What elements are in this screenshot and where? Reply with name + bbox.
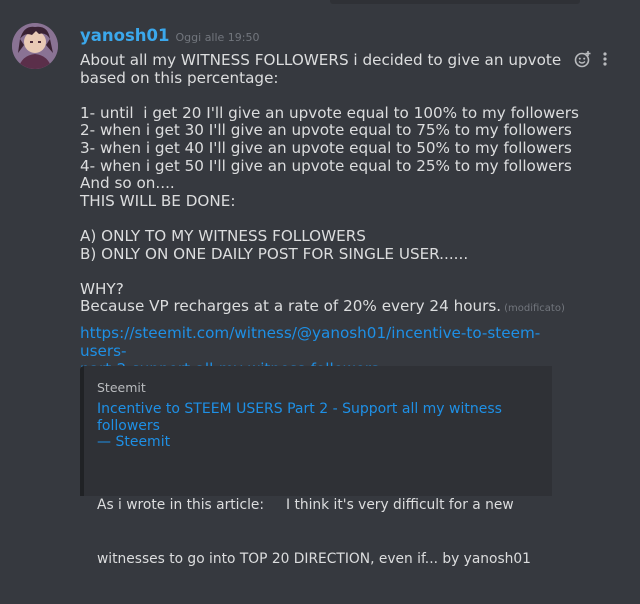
message-line: 4- when i get 50 I'll give an upvote equ… — [80, 156, 572, 175]
add-reaction-icon[interactable] — [574, 50, 592, 68]
message-line: THIS WILL BE DONE: — [80, 191, 236, 210]
more-options-icon[interactable] — [602, 51, 608, 67]
message-actions — [574, 50, 608, 68]
message-line: B) ONLY ON ONE DAILY POST FOR SINGLE USE… — [80, 244, 469, 263]
message-line: based on this percentage: — [80, 68, 279, 87]
message-line: About all my WITNESS FOLLOWERS i decided… — [80, 51, 562, 69]
avatar-image — [12, 23, 58, 69]
message-header: yanosh01 Oggi alle 19:50 — [80, 26, 260, 45]
embed-title[interactable]: Incentive to STEEM USERS Part 2 - Suppor… — [97, 401, 540, 451]
user-avatar[interactable] — [12, 23, 58, 69]
message-line: Because VP recharges at a rate of 20% ev… — [80, 297, 502, 316]
embed-description-line: witnesses to go into TOP 20 DIRECTION, e… — [97, 550, 531, 567]
message-line: A) ONLY TO MY WITNESS FOLLOWERS — [80, 226, 366, 245]
message-line — [80, 87, 535, 105]
timestamp[interactable]: Oggi alle 19:50 — [176, 31, 260, 44]
message-line: And so on.... — [80, 174, 175, 193]
username[interactable]: yanosh01 — [80, 26, 170, 45]
top-strip — [0, 0, 640, 6]
top-bar — [330, 0, 580, 4]
message-line: 2- when i get 30 I'll give an upvote equ… — [80, 121, 572, 140]
message-last-line: Because VP recharges at a rate of 20% ev… — [80, 297, 565, 318]
message-line: WHY? — [80, 279, 124, 298]
embed-title-line[interactable]: — Steemit — [97, 434, 540, 451]
message-line: 1- until i get 20 I'll give an upvote eq… — [80, 103, 579, 122]
link-embed: Steemit Incentive to STEEM USERS Part 2 … — [80, 366, 552, 567]
embed-title-line[interactable]: Incentive to STEEM USERS Part 2 - Suppor… — [97, 401, 540, 434]
message-line — [80, 263, 535, 281]
message-line: 3- when i get 40 I'll give an upvote equ… — [80, 138, 572, 157]
link-line[interactable]: https://steemit.com/witness/@yanosh01/in… — [80, 324, 575, 360]
message-content: About all my WITNESS FOLLOWERS i decided… — [80, 51, 579, 318]
embed-provider: Steemit — [97, 380, 146, 395]
message-line — [80, 210, 535, 228]
embed-description: As i wrote in this article: I think it's… — [97, 460, 540, 604]
edited-label: (modificato) — [504, 303, 565, 315]
embed-description-line: As i wrote in this article: I think it's… — [97, 496, 514, 513]
